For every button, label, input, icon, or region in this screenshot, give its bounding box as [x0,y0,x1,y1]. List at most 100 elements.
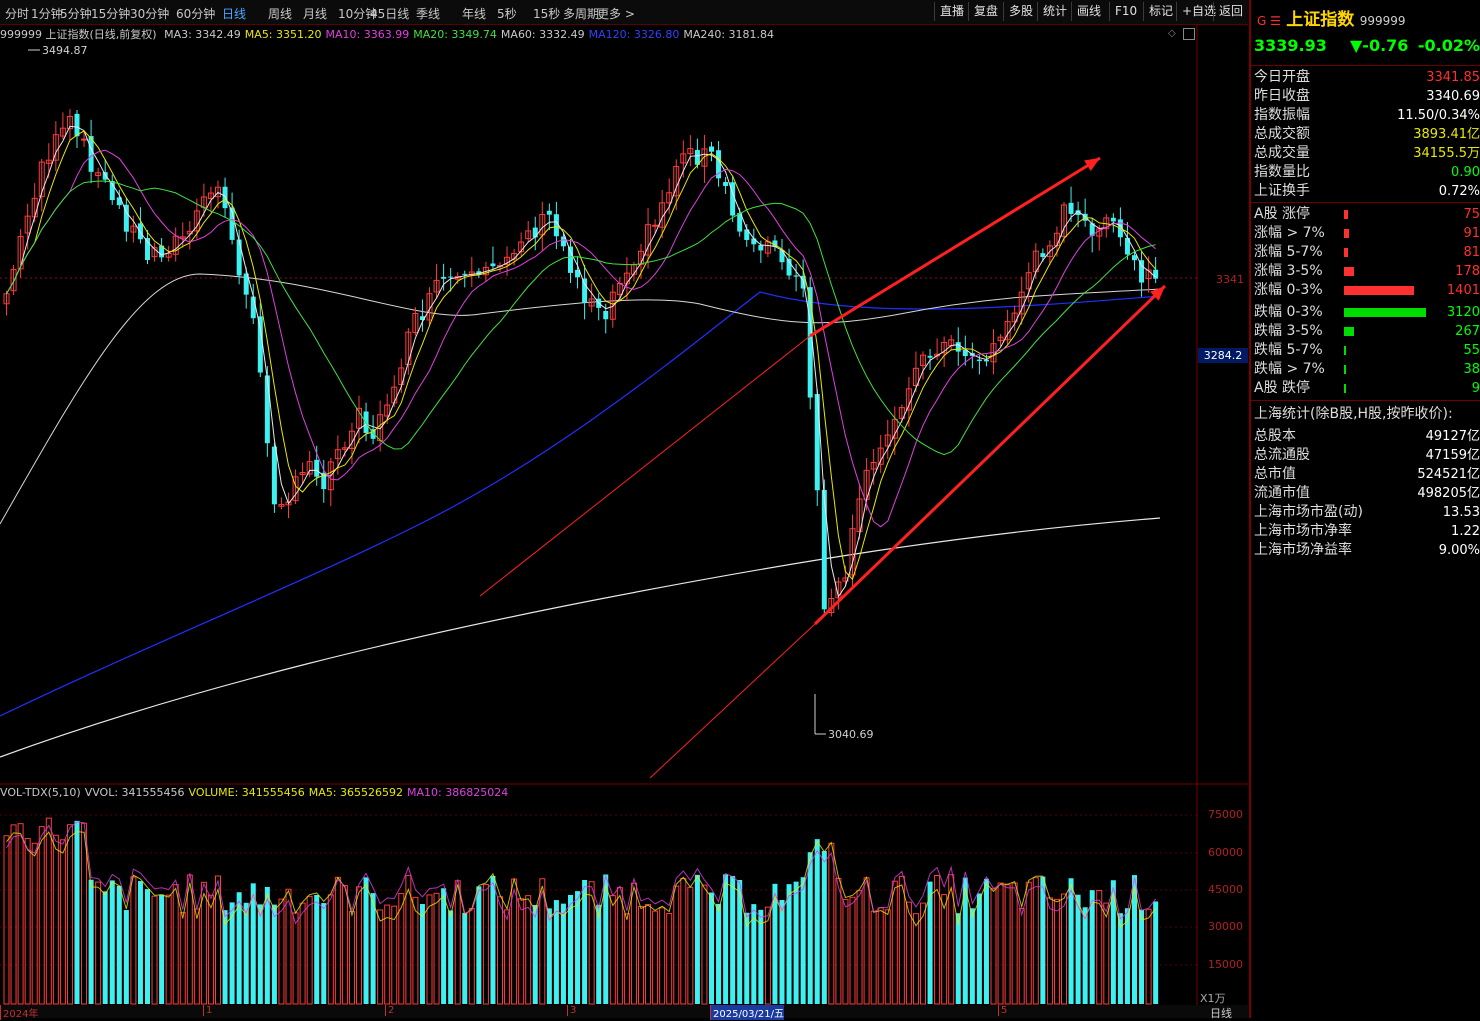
market-row-6: 上海市场净益率 9.00% [1254,541,1480,560]
volume-bar [673,885,680,1005]
tool-button-2[interactable]: 多股 [1003,2,1038,21]
volume-bar [1018,908,1025,1005]
period-15[interactable]: 多周期 [563,5,599,22]
period-10[interactable]: 45日线 [370,5,409,22]
tool-button-8[interactable]: 返回 [1213,2,1248,21]
volume-bar [377,909,384,1005]
volume-bar [969,908,975,1004]
volume-bar [341,885,348,1005]
period-7[interactable]: 周线 [268,5,292,22]
kline-chart[interactable]: 3494.87 3040.69 [0,24,1248,1018]
volume-bar [299,902,306,1005]
market-row-5: 上海市场市净率 1.22 [1254,522,1480,541]
volume-bar [186,874,193,1005]
candle [433,264,440,299]
period-3[interactable]: 15分钟 [91,5,130,22]
stat-row-3: 总成交额 3893.41亿 [1254,125,1480,144]
stat-label: 总成交额 [1254,126,1310,142]
period-5[interactable]: 60分钟 [176,5,215,22]
volume-bar [327,894,334,1005]
volume-bar [568,894,573,1004]
low-tag: 3040.69 [828,728,874,741]
candle [109,174,115,205]
period-4[interactable]: 30分钟 [130,5,169,22]
volume-bar [123,910,129,1004]
volume-bar [835,877,842,1005]
market-value: 13.53 [1442,505,1480,520]
breadth-row: 涨幅 0-3% 1401 [1254,281,1480,300]
breadth-bar [1344,365,1347,374]
candle [1117,207,1123,247]
volume-bar [898,875,905,1005]
breadth-value: 81 [1463,245,1480,260]
candle [758,240,764,264]
breadth-value: 55 [1463,343,1480,358]
vol-legend-item-2: VOLUME: 341555456 [188,786,305,799]
candle [441,263,447,291]
volume-bar [694,874,700,1004]
candle [694,138,700,169]
short-ma-lines [6,125,1156,598]
period-1[interactable]: 1分钟 [31,5,63,22]
candle [863,458,870,511]
volume-bar [482,884,489,1005]
tool-button-4[interactable]: 画线 [1071,2,1106,21]
tool-button-0[interactable]: 直播 [934,2,969,21]
period-14[interactable]: 15秒 [533,5,560,22]
breadth-row: 跌幅 0-3% 3120 [1254,303,1480,322]
market-value: 49127亿 [1425,429,1480,444]
menu-icon[interactable]: G ☰ [1257,14,1281,28]
volume-bar [321,903,327,1004]
volume-bar [1153,901,1159,1004]
volume-bar [779,899,785,1004]
market-label: 总流通股 [1254,447,1310,463]
quote-panel: G ☰ 上证指数 999999 3339.93 ▼-0.76 -0.02% 今日… [1249,0,1480,1018]
period-6[interactable]: 日线 [222,5,246,22]
volume-bar [793,881,799,1004]
vol-legend-item-1: VVOL: 341555456 [84,786,185,799]
volume-bar [306,895,313,1005]
market-row-4: 上海市场市盈(动) 13.53 [1254,503,1480,522]
volume-bar [616,887,623,1005]
candle [3,290,10,316]
stat-value: 3340.69 [1426,89,1480,104]
period-2[interactable]: 5分钟 [60,5,92,22]
tool-button-6[interactable]: 标记 [1143,2,1178,21]
volume-bar [159,894,165,1004]
volume-bar [553,900,559,1004]
breadth-value: 1401 [1446,283,1480,298]
candle [870,448,877,485]
volume-bar [391,905,398,1005]
vol-tick-2: 45000 [1208,883,1243,896]
period-12[interactable]: 年线 [462,5,486,22]
stat-row-5: 指数量比 0.90 [1254,163,1480,182]
tool-button-5[interactable]: F10 [1109,2,1142,21]
vol-unit: X1万 [1200,992,1226,1005]
volume-bar [1145,908,1152,1005]
volume-bar [109,880,115,1004]
breadth-row: 跌幅 5-7% 55 [1254,341,1480,360]
period-16[interactable]: 更多 > [597,5,635,22]
period-11[interactable]: 季线 [416,5,440,22]
volume-bar [66,824,73,1005]
volume-bar [193,908,200,1005]
period-13[interactable]: 5秒 [497,5,517,22]
volume-bar [441,888,447,1004]
breadth-bar [1344,327,1354,336]
candle [856,483,863,540]
volume-bar [955,913,961,1004]
volume-bar [137,881,143,1004]
period-0[interactable]: 分时 [5,5,29,22]
volume-bar [504,909,511,1005]
candle [1068,186,1074,222]
period-8[interactable]: 月线 [303,5,327,22]
stat-value: 0.90 [1451,165,1480,180]
time-axis: 2024年 1 2 3 2025/03/21/五 5 [0,1005,1248,1020]
tool-button-3[interactable]: 统计 [1037,2,1072,21]
volume-bar [983,878,989,1004]
market-value: 498205亿 [1417,486,1480,501]
breadth-bar [1344,346,1347,355]
tool-button-1[interactable]: 复盘 [968,2,1003,21]
candle [137,207,143,244]
volume-bar [1025,881,1032,1005]
